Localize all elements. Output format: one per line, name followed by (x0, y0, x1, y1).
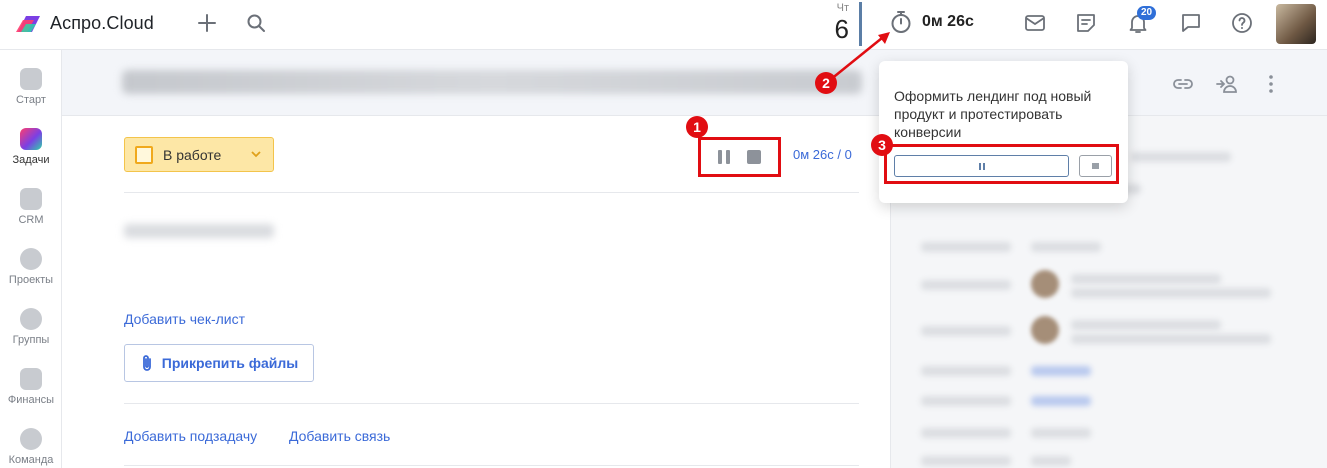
chat-icon[interactable] (1179, 11, 1203, 35)
sidebar-item-label: Группы (12, 334, 50, 346)
sidebar-item-label: Финансы (7, 394, 55, 406)
paperclip-icon (142, 355, 151, 371)
app-title: Аспро.Cloud (50, 13, 154, 33)
assign-user-icon[interactable] (1215, 72, 1239, 96)
notes-icon[interactable] (1074, 11, 1098, 35)
attach-files-label: Прикрепить файлы (161, 355, 299, 371)
sidebar: Старт Задачи CRM Проекты Группы Финансы … (0, 50, 62, 468)
add-relation-link[interactable]: Добавить связь (289, 428, 390, 444)
crm-icon (20, 188, 42, 210)
detail-blurred (921, 366, 1011, 376)
detail-blurred (1031, 428, 1091, 438)
notifications-badge: 20 (1137, 6, 1157, 20)
timer-controls (698, 137, 781, 177)
popover-pause-button[interactable] (894, 155, 1069, 177)
sidebar-item-crm[interactable]: CRM (0, 188, 62, 226)
user-avatar[interactable] (1276, 4, 1316, 44)
avatar (1031, 270, 1059, 298)
timer-widget[interactable]: 0м 26с (890, 10, 974, 34)
sidebar-item-team[interactable]: Команда (0, 428, 62, 466)
tasks-icon (20, 128, 42, 150)
callout-badge: 3 (871, 134, 893, 156)
divider (124, 465, 859, 466)
callout-badge: 1 (686, 116, 708, 138)
task-title-blurred (122, 70, 862, 94)
logo-icon (16, 15, 40, 32)
mail-icon[interactable] (1023, 11, 1047, 35)
detail-blurred (1071, 334, 1271, 344)
add-subtask-link[interactable]: Добавить подзадачу (124, 428, 257, 444)
chevron-down-icon (251, 151, 261, 158)
detail-blurred (921, 396, 1011, 406)
team-icon (20, 428, 42, 450)
status-dropdown[interactable]: В работе (124, 137, 274, 172)
task-description-blurred (124, 224, 274, 238)
groups-icon (20, 308, 42, 330)
callout-badge: 2 (815, 72, 837, 94)
sidebar-item-label: Старт (16, 94, 46, 106)
detail-blurred (1131, 152, 1231, 162)
more-icon[interactable] (1259, 72, 1283, 96)
help-icon[interactable] (1230, 11, 1254, 35)
plus-icon[interactable] (196, 12, 218, 34)
detail-blurred (1071, 288, 1271, 298)
add-checklist-link[interactable]: Добавить чек-лист (124, 311, 245, 327)
search-icon[interactable] (246, 13, 266, 33)
time-tracked-link[interactable]: 0м 26с / 0 (793, 147, 852, 162)
sidebar-item-start[interactable]: Старт (0, 68, 62, 106)
projects-icon (20, 248, 42, 270)
sidebar-item-finance[interactable]: Финансы (0, 368, 62, 406)
detail-blurred (1071, 320, 1221, 330)
sidebar-item-label: Команда (8, 454, 54, 466)
sidebar-item-label: CRM (18, 214, 44, 226)
sidebar-item-label: Задачи (12, 154, 50, 166)
sidebar-item-projects[interactable]: Проекты (0, 248, 62, 286)
finance-icon (20, 368, 42, 390)
detail-blurred (1031, 396, 1091, 406)
divider (124, 403, 859, 404)
divider (124, 192, 859, 193)
task-title-bar (62, 50, 1327, 116)
detail-blurred (921, 326, 1011, 336)
detail-blurred (921, 456, 1011, 466)
stop-button[interactable] (747, 150, 762, 164)
status-checkbox-icon (135, 145, 153, 164)
detail-blurred (921, 428, 1011, 438)
timer-value: 0м 26с (922, 13, 974, 30)
attach-files-button[interactable]: Прикрепить файлы (124, 344, 314, 382)
sidebar-item-groups[interactable]: Группы (0, 308, 62, 346)
link-icon[interactable] (1171, 72, 1195, 96)
detail-blurred (1071, 274, 1221, 284)
detail-blurred (1031, 366, 1091, 376)
popover-controls (884, 144, 1119, 184)
date-day-of-week: Чт (836, 2, 849, 14)
detail-blurred (921, 280, 1011, 290)
detail-blurred (1031, 242, 1101, 252)
popover-stop-button[interactable] (1079, 155, 1112, 177)
sidebar-item-tasks[interactable]: Задачи (0, 128, 62, 166)
app-logo[interactable]: Аспро.Cloud (14, 13, 154, 34)
popover-task-title[interactable]: Оформить лендинг под новый продукт и про… (894, 87, 1119, 141)
timer-popover: Оформить лендинг под новый продукт и про… (879, 61, 1128, 203)
detail-blurred (1031, 456, 1071, 466)
top-bar: Аспро.Cloud Чт 6 0м 26с 20 (0, 0, 1327, 50)
sidebar-item-label: Проекты (8, 274, 54, 286)
avatar (1031, 316, 1059, 344)
detail-blurred (921, 242, 1011, 252)
status-label: В работе (163, 146, 222, 163)
home-icon (20, 68, 42, 90)
pause-button[interactable] (717, 150, 730, 164)
